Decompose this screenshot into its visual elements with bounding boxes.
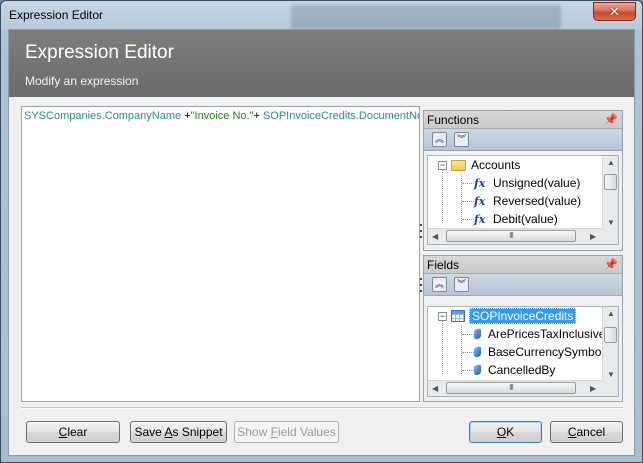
functions-toolbar: ︽ ︾	[424, 129, 622, 151]
ok-button[interactable]: OK	[469, 421, 542, 443]
field-icon	[474, 328, 481, 340]
tree-item-label: Debit(value)	[493, 212, 558, 226]
button-label: A	[164, 425, 173, 439]
button-label: Show	[237, 425, 271, 439]
scroll-thumb[interactable]: III	[446, 382, 576, 394]
functions-panel-title: Functions	[427, 113, 480, 127]
expand-all-button[interactable]: ︾	[454, 277, 469, 292]
button-label: lear	[67, 425, 88, 439]
dialog-header: Expression Editor Modify an expression	[9, 30, 634, 97]
title-bar[interactable]: Expression Editor ✕	[1, 1, 642, 29]
tree-folder-label: Accounts	[471, 158, 521, 172]
functions-panel: Functions 📌 ︽ ︾ − Accounts fx Unsigned(v…	[423, 110, 623, 251]
vertical-scrollbar[interactable]: ▲ ▼	[602, 307, 618, 382]
tree-item[interactable]: fx Debit(value)	[474, 210, 558, 228]
footer-separator	[21, 407, 623, 409]
pin-icon[interactable]: 📌	[604, 113, 618, 126]
expression-token: +	[253, 110, 263, 122]
scroll-right-icon[interactable]: ▶	[590, 384, 596, 393]
fields-panel-title: Fields	[427, 258, 460, 272]
tree-item-label: Reversed(value)	[493, 194, 582, 208]
scroll-thumb[interactable]: III	[446, 230, 576, 242]
field-icon	[474, 364, 481, 376]
expression-token: "Invoice No."	[190, 110, 254, 122]
close-button[interactable]: ✕	[593, 2, 636, 21]
tree-item[interactable]: fx Unsigned(value)	[474, 174, 580, 192]
scroll-down-icon[interactable]: ▼	[607, 370, 615, 379]
save-as-snippet-button[interactable]: Save As Snippet	[130, 421, 227, 443]
dialog-client-area: Expression Editor Modify an expression S…	[8, 29, 635, 456]
tree-folder-accounts[interactable]: − Accounts	[438, 156, 520, 174]
clear-button[interactable]: Clear	[26, 421, 120, 443]
vertical-scrollbar[interactable]: ▲ ▼	[602, 156, 618, 230]
field-icon	[474, 346, 481, 358]
tree-item[interactable]: fx Reversed(value)	[474, 192, 581, 210]
scroll-left-icon[interactable]: ◀	[432, 232, 438, 241]
expression-token: +	[181, 110, 191, 122]
tree-item-label: BaseCurrencySymbol	[488, 345, 605, 359]
button-label: s Snippet	[172, 425, 223, 439]
background-window-ghost	[291, 5, 561, 29]
scroll-down-icon[interactable]: ▼	[607, 218, 615, 227]
fields-toolbar: ︽ ︾	[424, 274, 622, 296]
button-label: Save	[134, 425, 165, 439]
tree-table-node[interactable]: − SOPInvoiceCredits	[438, 307, 577, 325]
button-label: F	[270, 425, 278, 439]
scroll-thumb[interactable]	[604, 327, 617, 343]
cancel-button[interactable]: Cancel	[550, 421, 623, 443]
table-icon	[451, 310, 465, 322]
button-label: K	[506, 425, 515, 439]
tree-item-label: ArePricesTaxInclusive	[488, 327, 606, 341]
expression-token: SYSCompanies.CompanyName	[24, 110, 182, 122]
window-title: Expression Editor	[9, 8, 104, 22]
scroll-up-icon[interactable]: ▲	[607, 309, 615, 318]
function-icon: fx	[474, 212, 486, 226]
scroll-up-icon[interactable]: ▲	[607, 158, 615, 167]
scroll-corner	[602, 380, 618, 396]
tree-item[interactable]: ArePricesTaxInclusive	[474, 325, 605, 343]
show-field-values-button[interactable]: Show Field Values	[234, 421, 339, 443]
collapse-all-button[interactable]: ︽	[432, 277, 447, 292]
fields-tree[interactable]: − SOPInvoiceCredits ArePricesTaxInclusiv…	[427, 306, 619, 397]
functions-panel-header: Functions 📌	[424, 111, 622, 129]
collapse-icon[interactable]: −	[438, 311, 447, 321]
fields-panel-header: Fields 📌	[424, 256, 622, 274]
scroll-left-icon[interactable]: ◀	[432, 384, 438, 393]
function-icon: fx	[474, 194, 486, 208]
expand-all-button[interactable]: ︾	[454, 132, 469, 147]
header-title: Expression Editor	[25, 42, 174, 63]
tree-item[interactable]: BaseCurrencySymbol	[474, 343, 604, 361]
header-subtitle: Modify an expression	[25, 74, 139, 88]
tree-item-label: Unsigned(value)	[493, 176, 581, 190]
function-icon: fx	[474, 176, 486, 190]
tree-item[interactable]: CancelledBy	[474, 361, 555, 379]
collapse-icon[interactable]: −	[438, 160, 447, 170]
tree-table-label: SOPInvoiceCredits	[469, 308, 577, 324]
collapse-all-button[interactable]: ︽	[432, 132, 447, 147]
pin-icon[interactable]: 📌	[604, 258, 618, 271]
expression-token: SOPInvoiceCredits.DocumentNo	[262, 110, 420, 122]
close-icon: ✕	[609, 3, 620, 19]
scroll-thumb[interactable]	[604, 174, 617, 190]
horizontal-scrollbar[interactable]: ◀ III ▶	[428, 380, 602, 396]
scroll-right-icon[interactable]: ▶	[590, 232, 596, 241]
folder-icon	[451, 159, 466, 171]
fields-panel: Fields 📌 ︽ ︾ − SOPInvoiceCredits ArePric…	[423, 255, 623, 402]
expression-editor-window: Expression Editor ✕ Expression Editor Mo…	[0, 0, 643, 463]
functions-tree[interactable]: − Accounts fx Unsigned(value) fx Reverse…	[427, 155, 619, 245]
tree-item-label: CancelledBy	[488, 363, 556, 377]
scroll-corner	[602, 228, 618, 244]
button-label: ancel	[576, 425, 606, 439]
horizontal-scrollbar[interactable]: ◀ III ▶	[428, 228, 602, 244]
expression-text-area[interactable]: SYSCompanies.CompanyName +"Invoice No."+…	[21, 106, 420, 402]
button-label: O	[496, 425, 507, 439]
button-label: ield Values	[277, 425, 336, 439]
